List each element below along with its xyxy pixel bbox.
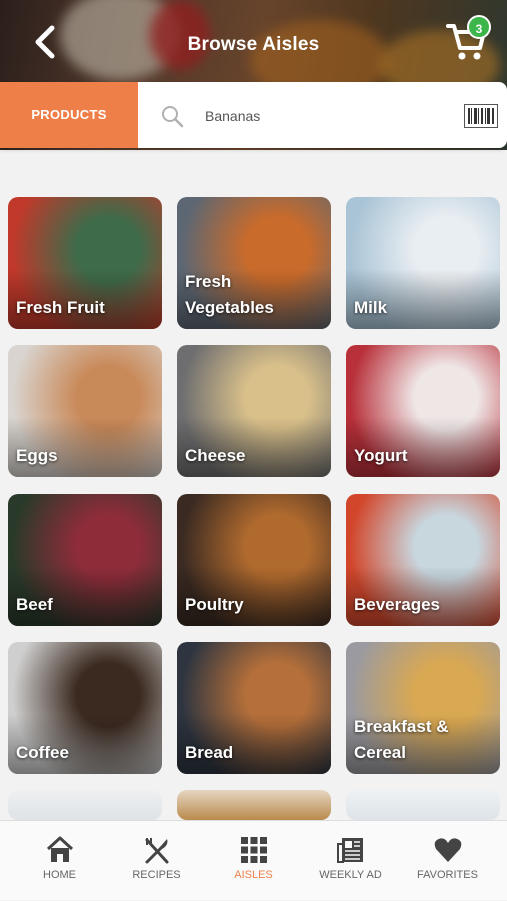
aisle-label: Breakfast & Cereal	[354, 717, 449, 762]
nav-favorites-label: FAVORITES	[417, 869, 478, 881]
search-bar: PRODUCTS	[0, 82, 507, 148]
aisle-label: Beef	[16, 595, 53, 614]
nav-favorites[interactable]: FAVORITES	[397, 821, 498, 901]
aisle-label: Milk	[354, 298, 388, 317]
aisles-icon	[241, 837, 267, 863]
aisle-tile-fresh-fruit[interactable]: Fresh Fruit	[8, 197, 162, 329]
home-icon	[46, 836, 74, 862]
nav-recipes-label: RECIPES	[132, 869, 181, 881]
nav-aisles[interactable]: AISLES	[203, 821, 304, 901]
nav-weekly-ad[interactable]: WEEKLY AD	[300, 821, 401, 901]
aisle-tile-poultry[interactable]: Poultry	[177, 494, 331, 626]
aisle-tile-yogurt[interactable]: Yogurt	[346, 345, 500, 477]
aisle-tile-partial[interactable]	[8, 790, 162, 820]
aisle-tile-cheese[interactable]: Cheese	[177, 345, 331, 477]
aisle-label: Fresh Fruit	[16, 298, 105, 317]
aisle-tile-coffee[interactable]: Coffee	[8, 642, 162, 774]
aisle-tile-bread[interactable]: Bread	[177, 642, 331, 774]
weekly-ad-icon	[337, 838, 363, 863]
recipes-icon	[145, 838, 169, 864]
aisle-label: Poultry	[185, 595, 244, 614]
favorites-icon	[434, 838, 462, 862]
aisle-tile-fresh-vegetables[interactable]: Fresh Vegetables	[177, 197, 331, 329]
aisle-label: Bread	[185, 743, 234, 762]
bottom-nav: HOME RECIPES AISLES WEEKLY AD FAVORITES	[0, 820, 507, 900]
aisle-tile-eggs[interactable]: Eggs	[8, 345, 162, 477]
aisle-label: Coffee	[16, 743, 69, 762]
aisle-label: Beverages	[354, 595, 441, 614]
aisle-tile-breakfast-cereal[interactable]: Breakfast & Cereal	[346, 642, 500, 774]
page-title: Browse Aisles	[187, 34, 320, 55]
aisle-label: Yogurt	[354, 446, 408, 465]
aisle-tile-beverages[interactable]: Beverages	[346, 494, 500, 626]
products-tab-button[interactable]: PRODUCTS	[0, 82, 138, 148]
aisle-label: Fresh Vegetables	[185, 272, 274, 317]
search-input[interactable]	[205, 105, 425, 127]
aisle-tile-beef[interactable]: Beef	[8, 494, 162, 626]
search-icon	[162, 106, 184, 128]
aisle-tile-partial[interactable]	[177, 790, 331, 820]
nav-aisles-label: AISLES	[234, 869, 273, 881]
aisle-label: Eggs	[16, 446, 58, 465]
cart-count-badge: 3	[467, 15, 491, 39]
nav-weekly-ad-label: WEEKLY AD	[319, 869, 382, 881]
nav-home-label: HOME	[43, 869, 76, 881]
barcode-scanner-icon[interactable]	[464, 104, 498, 128]
nav-recipes[interactable]: RECIPES	[106, 821, 207, 901]
aisle-tile-milk[interactable]: Milk	[346, 197, 500, 329]
aisle-tile-partial[interactable]	[346, 790, 500, 820]
nav-home[interactable]: HOME	[9, 821, 110, 901]
aisle-label: Cheese	[185, 446, 246, 465]
